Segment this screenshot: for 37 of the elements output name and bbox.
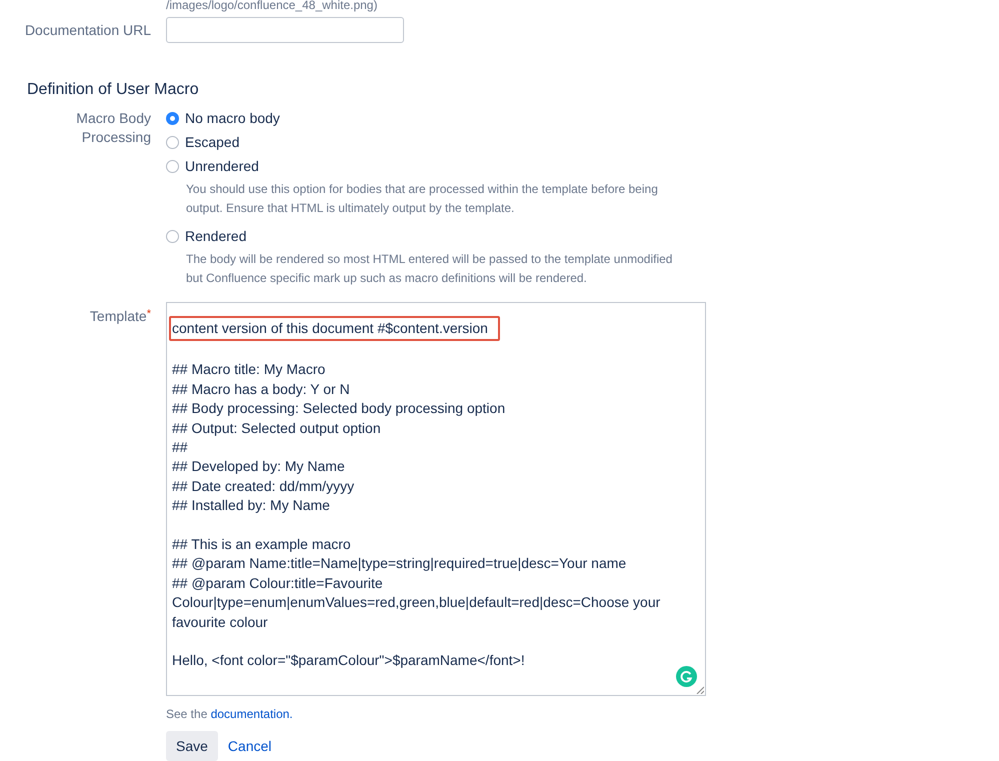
template-line: ## Macro title: My Macro (172, 360, 326, 380)
image-path-text: /images/logo/confluence_48_white.png) (166, 0, 378, 12)
template-line: ## Date created: dd/mm/yyyy (172, 476, 356, 496)
section-heading: Definition of User Macro (27, 81, 200, 99)
template-line: ## Developed by: My Name (172, 457, 346, 476)
documentation-link[interactable]: documentation. (210, 707, 293, 721)
radio-button[interactable] (166, 112, 179, 124)
template-line: ## Body processing: Selected body processing option (172, 399, 506, 418)
template-line: Hello, <font color="$paramColour">$paramName</font>! (172, 651, 526, 670)
resize-handle-icon[interactable] (696, 686, 704, 694)
template-line: ## (172, 438, 189, 458)
option-label: No macro body (185, 110, 280, 126)
documentation-url-field[interactable] (166, 17, 404, 43)
radio-button[interactable] (166, 160, 179, 172)
template-text-area[interactable] (166, 302, 706, 696)
grammarly-icon[interactable] (676, 666, 697, 687)
radio-button[interactable] (166, 136, 179, 148)
option-description: You should use this option for bodies that are processed within the template before being output. Ensure that HTML is ultimately output by the template. (186, 181, 659, 217)
template-line: ## @param Name:title=Name|type=string|required=true|desc=Your name (172, 554, 628, 574)
option-label: Unrendered (185, 158, 259, 174)
template-line: ## Output: Selected output option (172, 418, 382, 438)
option-label: Escaped (185, 134, 240, 150)
save-button[interactable]: Save (166, 731, 218, 761)
template-line: ## @param Colour:title=Favourite Colour|type=enum|enumValues=red,green,blue|default=red|desc=Choose your favourite colour (172, 574, 662, 632)
template-line: ## This is an example macro (172, 535, 352, 554)
option-label: Rendered (185, 228, 246, 244)
template-line: content version of this document #$content.version (172, 319, 488, 338)
radio-button[interactable] (166, 230, 179, 242)
required-mark: * (146, 308, 151, 320)
template-line: ## Macro has a body: Y or N (172, 380, 351, 399)
option-description: The body will be rendered so most HTML entered will be passed to the template unmodified but Confluence specific mark up such as macro definitions will be rendered. (186, 251, 674, 287)
field-label: Documentation URL (24, 22, 151, 38)
template-line: ## Installed by: My Name (172, 496, 331, 516)
field-label: Template (90, 308, 147, 324)
cancel-link[interactable]: Cancel (228, 738, 272, 754)
field-label: Macro Body Processing (76, 110, 151, 145)
help-text: See the documentation. (166, 707, 294, 721)
